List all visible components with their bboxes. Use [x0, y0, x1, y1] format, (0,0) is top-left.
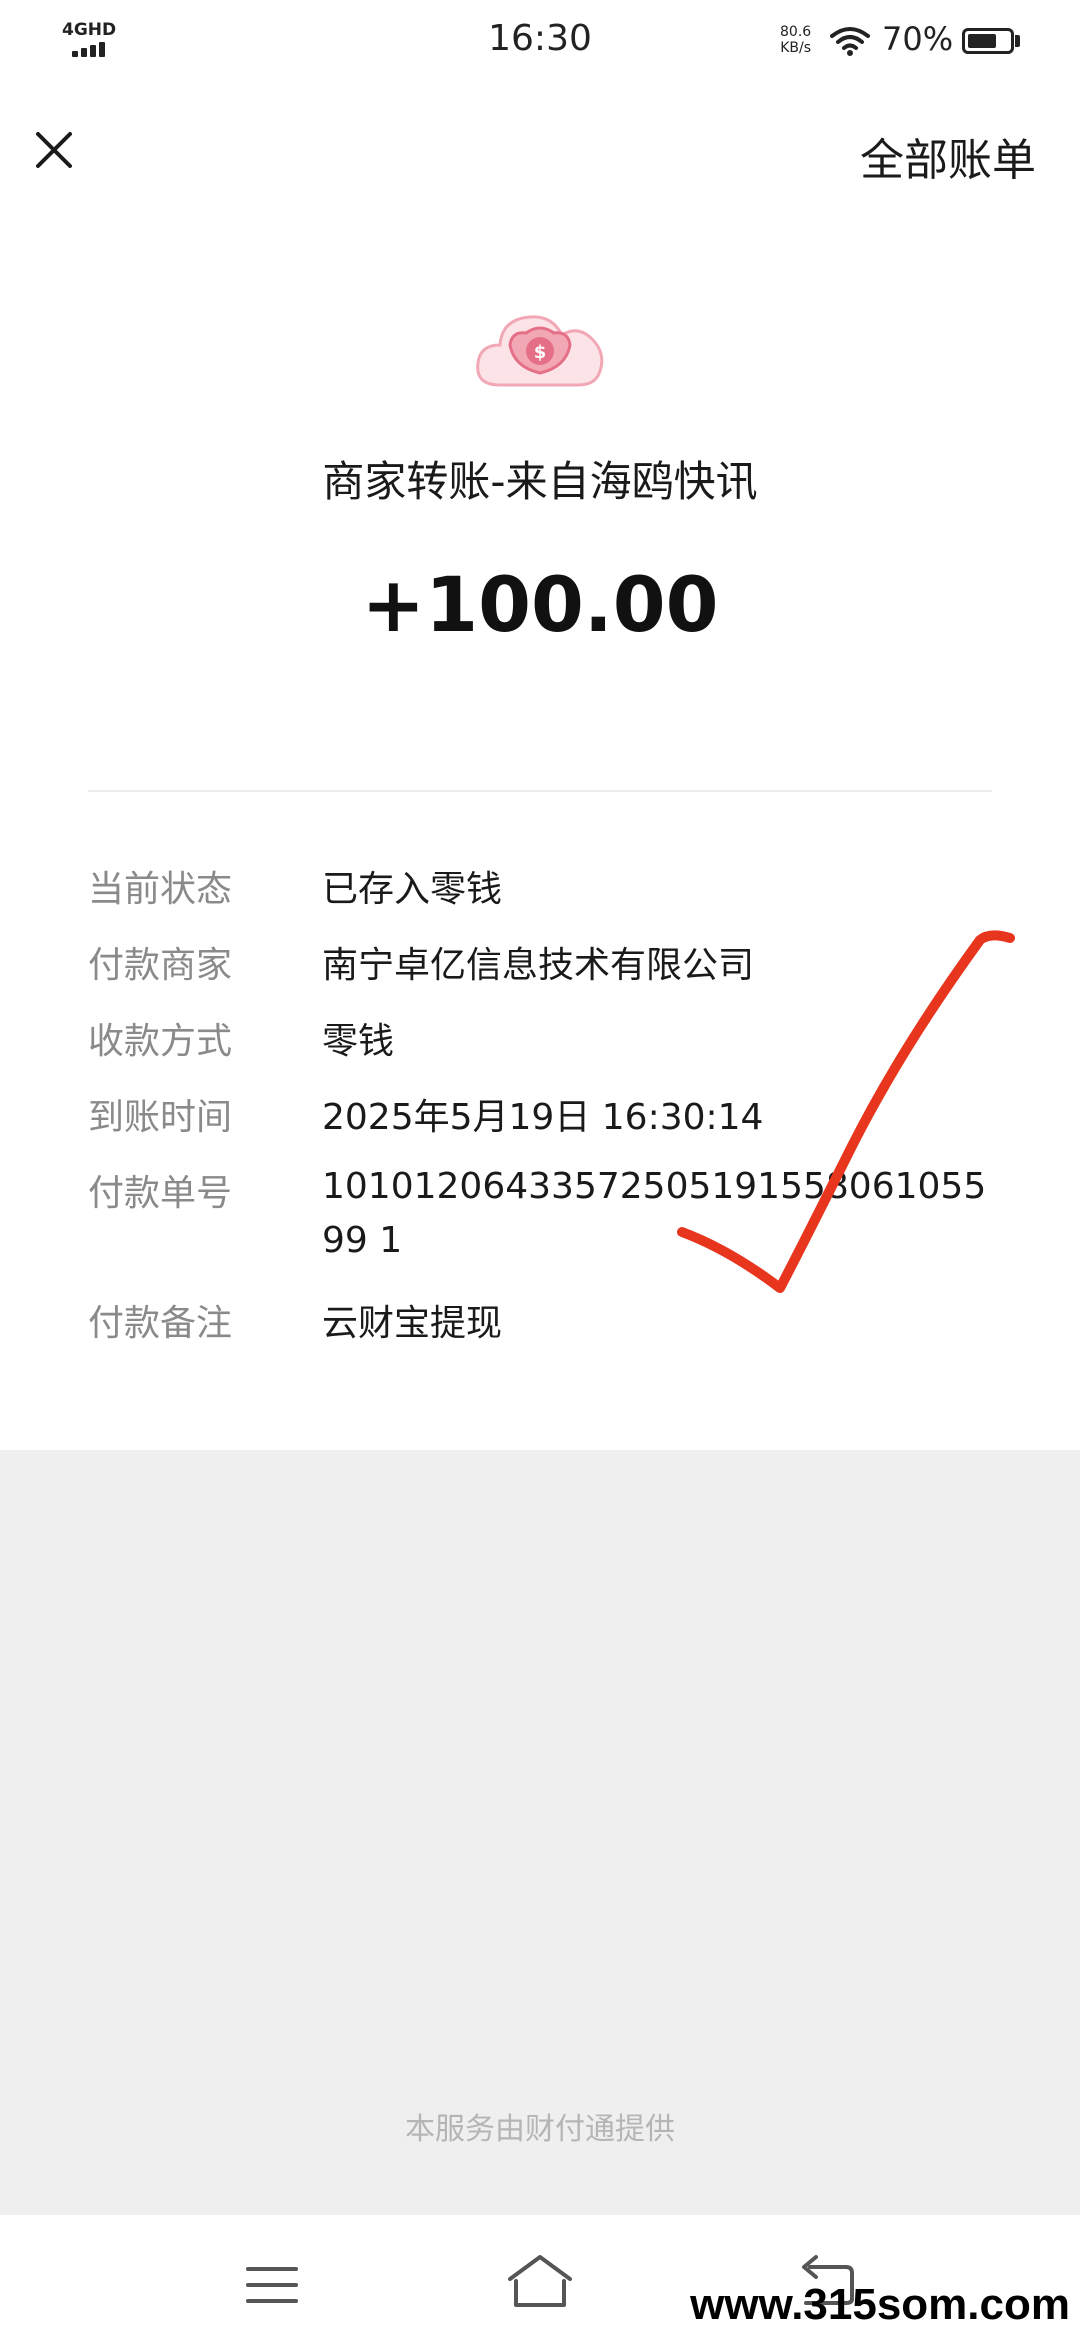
- network-speed-unit: KB/s: [780, 40, 811, 56]
- close-icon[interactable]: [24, 120, 84, 180]
- battery-tip: [1015, 35, 1020, 47]
- status-bar: 4GHD 16:30 80.6 KB/s 70%: [0, 0, 1080, 84]
- order-number-label: 付款单号: [88, 1173, 233, 1214]
- battery-percentage: 70%: [882, 20, 954, 58]
- watermark: www.315som.com: [690, 2280, 1070, 2329]
- red-check-mark: [677, 930, 1015, 1293]
- status-label: 当前状态: [88, 869, 233, 910]
- payer-label: 付款商家: [88, 945, 233, 986]
- network-speed-value: 80.6: [780, 24, 812, 40]
- cloud-money-icon: $: [476, 315, 604, 387]
- menu-icon[interactable]: [244, 2263, 300, 2307]
- empty-area: [0, 1450, 1080, 2215]
- all-bills-link[interactable]: 全部账单: [860, 124, 1036, 188]
- transfer-title: 商家转账-来自海鸥快讯: [322, 457, 758, 506]
- battery-icon: [962, 28, 1014, 54]
- network-speed: 80.6 KB/s: [780, 24, 811, 56]
- home-icon[interactable]: [504, 2251, 576, 2311]
- service-provider-note: 本服务由财付通提供: [405, 2112, 675, 2147]
- battery-fill: [968, 34, 996, 48]
- divider: [88, 790, 992, 792]
- status-value: 已存入零钱: [322, 869, 503, 910]
- wifi-icon: [830, 27, 870, 56]
- transfer-amount: +100.00: [361, 560, 719, 649]
- svg-text:$: $: [534, 342, 547, 363]
- header: 全部账单: [0, 100, 1080, 200]
- receive-method-label: 收款方式: [88, 1021, 233, 1062]
- remark-label: 付款备注: [88, 1303, 233, 1344]
- receive-method-value: 零钱: [322, 1021, 395, 1062]
- remark-value: 云财宝提现: [322, 1303, 503, 1344]
- arrival-time-label: 到账时间: [88, 1097, 233, 1138]
